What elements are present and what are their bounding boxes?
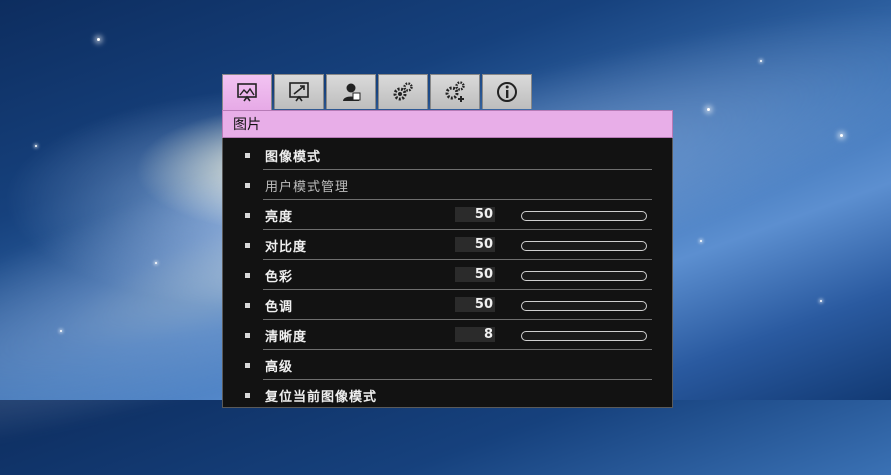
info-icon: [497, 82, 517, 102]
menu-panel: 图像模式 用户模式管理 亮度 50 对比度 50 色彩 50 色调 50 清晰度…: [222, 138, 673, 408]
star: [840, 134, 843, 137]
menu-item-label: 图像模式: [265, 150, 322, 165]
star: [760, 60, 762, 62]
bullet-icon: [245, 333, 250, 338]
bullet-icon: [245, 363, 250, 368]
color-slider[interactable]: [521, 271, 647, 281]
bullet-icon: [245, 183, 250, 188]
star: [700, 240, 702, 242]
tab-picture[interactable]: [222, 74, 272, 111]
sharpness-slider[interactable]: [521, 331, 647, 341]
brightness-slider[interactable]: [521, 211, 647, 221]
gears-plus-icon: [445, 81, 465, 102]
menu-item-contrast[interactable]: 对比度 50: [223, 230, 674, 260]
bullet-icon: [245, 303, 250, 308]
menu-item-brightness[interactable]: 亮度 50: [223, 200, 674, 230]
bullet-icon: [245, 273, 250, 278]
menu-item-reset-picture-mode[interactable]: 复位当前图像模式: [223, 380, 674, 410]
menu-item-sharpness[interactable]: 清晰度 8: [223, 320, 674, 350]
tab-info[interactable]: [482, 74, 532, 109]
menu-item-label: 亮度: [265, 210, 294, 225]
menu-item-user-mode-management[interactable]: 用户模式管理: [223, 170, 674, 200]
brightness-value: 50: [455, 207, 495, 222]
bullet-icon: [245, 153, 250, 158]
hue-slider[interactable]: [521, 301, 647, 311]
bullet-icon: [245, 213, 250, 218]
menu-item-label: 高级: [265, 360, 294, 375]
contrast-value: 50: [455, 237, 495, 252]
menu-item-label: 用户模式管理: [265, 180, 350, 195]
tab-advanced-system[interactable]: [430, 74, 480, 109]
star: [820, 300, 822, 302]
hue-value: 50: [455, 297, 495, 312]
picture-icon: [237, 83, 257, 102]
tab-user[interactable]: [326, 74, 376, 109]
bullet-icon: [245, 243, 250, 248]
star: [97, 38, 100, 41]
user-icon: [343, 83, 361, 101]
osd-menu: 图片 图像模式 用户模式管理 亮度 50 对比度 50 色彩 50 色调 50 …: [222, 74, 675, 408]
tab-display[interactable]: [274, 74, 324, 109]
menu-item-label: 色彩: [265, 270, 294, 285]
section-title: 图片: [222, 110, 673, 138]
star: [707, 108, 710, 111]
color-value: 50: [455, 267, 495, 282]
tab-system[interactable]: [378, 74, 428, 109]
menu-item-label: 对比度: [265, 240, 308, 255]
star: [155, 262, 157, 264]
menu-item-picture-mode[interactable]: 图像模式: [223, 140, 674, 170]
menu-item-color[interactable]: 色彩 50: [223, 260, 674, 290]
bullet-icon: [245, 393, 250, 398]
gears-icon: [393, 82, 413, 101]
menu-item-label: 复位当前图像模式: [265, 390, 378, 405]
star: [60, 330, 62, 332]
osd-tabs: [222, 74, 532, 111]
menu-item-label: 清晰度: [265, 330, 308, 345]
display-icon: [289, 82, 309, 102]
menu-item-hue[interactable]: 色调 50: [223, 290, 674, 320]
menu-item-label: 色调: [265, 300, 294, 315]
sharpness-value: 8: [455, 327, 495, 342]
star: [35, 145, 37, 147]
menu-item-advanced[interactable]: 高级: [223, 350, 674, 380]
contrast-slider[interactable]: [521, 241, 647, 251]
